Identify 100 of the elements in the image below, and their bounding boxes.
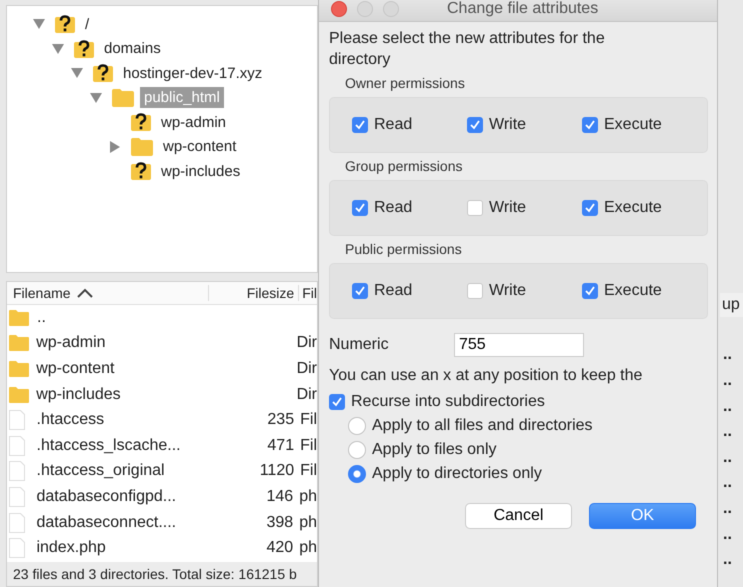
file-size: 471 [267,436,294,454]
file-size: 398 [266,514,294,531]
question-mark-folder-icon [131,161,151,182]
window-title: Change file attributes [447,0,598,18]
table-cell: .. [723,423,732,442]
status-text: 23 files and 3 directories. Total size: 161215 b [13,566,297,582]
tree-item[interactable]: wp-includes [157,160,244,182]
collapse-arrow-icon[interactable] [90,92,102,103]
question-mark-folder-icon [131,112,151,132]
question-mark-folder-icon [55,14,75,34]
folder-icon [9,310,29,326]
file-icon [9,436,25,456]
checkbox[interactable] [582,283,598,299]
group-title: Owner permissions [345,75,466,91]
checkbox-label: Write [489,282,526,300]
checkbox-label: Read [374,282,412,300]
folder-icon [112,88,134,107]
cancel-button[interactable]: Cancel [465,503,572,529]
folder-icon [9,360,29,377]
file-icon [9,410,25,430]
collapse-arrow-icon[interactable] [71,68,83,78]
file-name: wp-content [36,360,116,378]
tree-item[interactable]: hostinger-dev-17.xyz [119,62,266,84]
close-button[interactable] [331,1,347,17]
radio-button[interactable] [348,441,366,459]
question-mark-folder-icon [93,63,113,84]
column-header[interactable]: up [722,296,740,314]
tree-item[interactable]: wp-admin [157,112,230,133]
checkbox[interactable] [352,117,368,133]
checkbox[interactable] [352,200,368,216]
group-title: Public permissions [345,241,463,257]
numeric-field[interactable]: 755 [454,333,584,357]
checkbox[interactable] [467,283,483,299]
file-icon [9,486,25,507]
file-type: ph [299,539,317,556]
file-size: 420 [266,539,294,556]
file-icon [9,512,25,533]
table-cell: .. [723,372,732,390]
table-cell: .. [723,398,732,416]
checkbox[interactable] [467,117,483,133]
file-icon [9,538,25,558]
column-header[interactable]: Filename [7,285,209,301]
tree-item[interactable]: domains [100,38,165,60]
table-cell: .. [723,346,732,364]
collapse-arrow-icon[interactable] [33,19,45,30]
checkbox-label: Execute [604,116,662,134]
file-type: Fil [300,436,317,454]
radio-button[interactable] [348,417,366,435]
table-cell: .. [723,500,732,518]
file-name: databaseconfigpd... [36,488,178,506]
collapse-arrow-icon[interactable] [52,44,64,54]
file-type: ph [299,514,317,531]
prompt-text: Please select the new attributes for the directory [329,29,606,70]
group-title: Group permissions [345,158,464,174]
numeric-label: Numeric [329,336,390,354]
folder-icon [9,335,29,352]
checkbox-label: Execute [604,282,662,300]
table-cell: .. [723,474,732,492]
table-cell: .. [723,526,732,544]
sort-ascending-icon[interactable] [76,288,93,298]
radio-button[interactable] [348,465,366,483]
checkbox-label: Write [489,199,526,217]
checkbox-label: Read [374,199,412,217]
radio-label: Apply to files only [372,441,497,459]
file-type: ph [299,488,317,505]
checkbox-label: Recurse into subdirectories [351,393,545,411]
file-name: .htaccess_lscache... [36,436,182,455]
file-name: wp-admin [36,334,107,352]
folder-icon [9,386,29,403]
question-mark-folder-icon [74,38,94,59]
checkbox[interactable] [329,394,345,410]
column-header[interactable]: Fil [299,285,317,301]
checkbox-label: Execute [604,199,662,217]
checkbox[interactable] [467,200,483,216]
file-name: .htaccess [36,411,106,430]
table-cell: .. [723,551,732,570]
file-name: index.php [36,539,107,558]
file-type: Fil [300,462,317,480]
file-size: 1120 [260,462,294,480]
checkbox[interactable] [352,283,368,299]
hint-text: You can use an x at any position to keep the [329,366,644,386]
expand-arrow-icon[interactable] [110,140,120,153]
file-type: Dir [296,334,317,352]
file-type: Fil [300,411,317,428]
file-size: 235 [267,411,294,428]
file-type: Dir [296,360,317,377]
file-name: .. [37,308,47,327]
checkbox-label: Read [374,116,412,134]
file-name: .htaccess_original [36,462,166,480]
tree-item[interactable]: / [81,14,94,35]
tree-item[interactable]: wp-content [159,136,240,158]
checkbox[interactable] [582,117,598,133]
checkbox[interactable] [582,200,598,216]
file-name: databaseconnect.... [36,514,178,532]
file-type: Dir [296,386,317,403]
table-cell: .. [723,448,732,467]
column-header[interactable]: Filesize [208,285,300,301]
folder-icon [131,138,153,156]
radio-label: Apply to directories only [372,465,542,483]
radio-label: Apply to all files and directories [372,417,593,435]
